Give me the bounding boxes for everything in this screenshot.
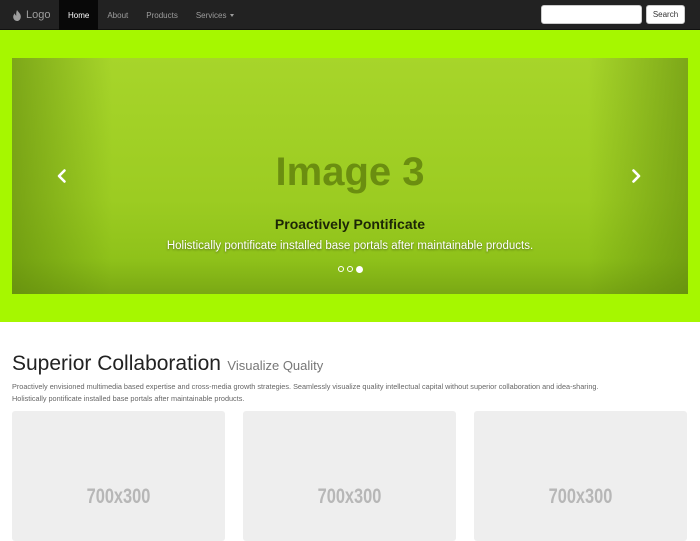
nav-about-label: About (107, 10, 129, 20)
slide-image-label: Image 3 (275, 150, 425, 194)
thumbnail-label: 700x300 (317, 485, 382, 508)
thumbnail-placeholder: 700x300 (12, 411, 225, 541)
caret-down-icon (229, 13, 234, 17)
section-subtitle: Visualize Quality (227, 358, 324, 373)
nav-home[interactable]: Home (59, 0, 99, 30)
hero-section: Image 3 Proactively Pontificate Holistic… (0, 30, 700, 322)
section-intro: Proactively envisioned multimedia based … (12, 381, 692, 405)
carousel-indicator-2[interactable] (346, 266, 353, 272)
nav-home-label: Home (68, 10, 90, 20)
carousel-indicator-1[interactable] (337, 266, 344, 272)
intro-line: Holistically pontificate installed base … (12, 394, 245, 403)
chevron-left-icon[interactable] (54, 168, 70, 184)
nav-services-label: Services (195, 10, 227, 20)
carousel: Image 3 Proactively Pontificate Holistic… (12, 58, 688, 294)
section-title: Superior Collaboration (12, 352, 221, 375)
section-heading: Superior Collaboration Visualize Quality (12, 352, 323, 376)
thumbnail-label: 700x300 (86, 485, 151, 508)
carousel-indicators (12, 266, 688, 273)
flame-icon (13, 9, 21, 21)
nav-products-label: Products (146, 10, 178, 20)
carousel-indicator-3[interactable] (355, 266, 363, 273)
caption-title: Proactively Pontificate (274, 216, 426, 232)
search-input[interactable] (541, 5, 642, 24)
caption-text: Holistically pontificate installed base … (166, 240, 534, 252)
nav-services-dropdown[interactable]: Services (187, 0, 243, 30)
main-nav: Home About Products Services (59, 0, 243, 30)
nav-about[interactable]: About (98, 0, 137, 30)
thumbnail-placeholder: 700x300 (243, 411, 456, 541)
brand-label: Logo (26, 9, 51, 21)
search-button[interactable]: Search (646, 5, 685, 24)
thumbnail-label: 700x300 (548, 485, 613, 508)
brand-logo[interactable]: Logo (12, 0, 50, 30)
navbar: Logo Home About Products Services Search (0, 0, 700, 30)
chevron-right-icon[interactable] (628, 168, 644, 184)
nav-products[interactable]: Products (137, 0, 187, 30)
intro-line: Proactively envisioned multimedia based … (12, 382, 599, 391)
thumbnail-placeholder: 700x300 (474, 411, 687, 541)
